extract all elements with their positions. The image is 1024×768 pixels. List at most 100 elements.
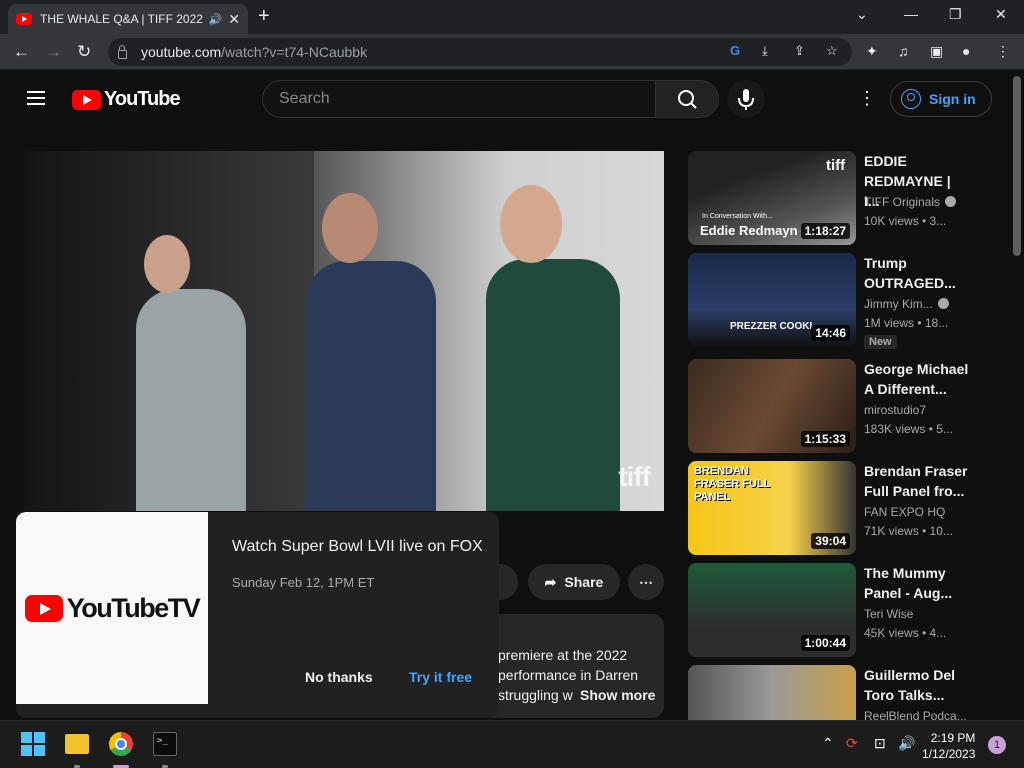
video-thumbnail[interactable]: 1:15:33 (688, 359, 856, 453)
video-meta: 1M views • 18... (864, 316, 949, 330)
video-thumbnail[interactable]: PREZZER COOKI 14:46 (688, 253, 856, 347)
clock-time: 2:19 PM (930, 731, 976, 745)
search-input[interactable]: Search (262, 80, 656, 118)
thumb-caption: PREZZER COOKI (730, 321, 813, 332)
share-page-icon[interactable]: ⇪ (794, 43, 805, 59)
share-button[interactable]: ➦ Share (528, 564, 620, 600)
youtube-logo[interactable]: YouTube (72, 88, 181, 111)
share-icon: ➦ (544, 573, 557, 590)
address-bar[interactable]: youtube.com/watch?v=t74-NCaubbk (108, 38, 852, 66)
network-icon[interactable]: ⊡ (874, 735, 886, 752)
forward-icon[interactable]: → (45, 42, 62, 62)
bookmark-star-icon[interactable]: ☆ (826, 43, 838, 59)
more-actions-button[interactable]: ⋯ (628, 564, 664, 600)
recommendation-item[interactable]: BRENDAN FRASER FULL PANEL 39:04 Brendan … (688, 461, 1018, 555)
video-title[interactable]: George Michael A Different... (864, 359, 970, 399)
youtube-tv-promo: YouTubeTV Watch Super Bowl LVII live on … (16, 512, 499, 718)
youtube-logo-text: YouTube (104, 88, 181, 110)
sign-in-button[interactable]: Sign in (890, 81, 992, 117)
close-window-icon[interactable]: ✕ (995, 6, 1007, 23)
recommendation-item[interactable]: Guillermo Del Toro Talks... ReelBlend Po… (688, 665, 1018, 720)
video-title[interactable]: The Mummy Panel - Aug... (864, 563, 970, 603)
new-badge: New (864, 335, 897, 349)
video-title[interactable]: Guillermo Del Toro Talks... (864, 665, 970, 705)
google-icon[interactable]: G (730, 43, 740, 58)
maximize-icon[interactable]: ❐ (949, 6, 962, 23)
video-meta: 10K views • 3... (864, 214, 947, 228)
clock-date: 1/12/2023 (922, 747, 976, 761)
page-scrollbar[interactable] (1013, 76, 1021, 256)
new-tab-icon[interactable]: + (258, 5, 270, 28)
recommendation-item[interactable]: 1:15:33 George Michael A Different... mi… (688, 359, 1018, 453)
chevron-up-icon[interactable]: ⌃ (822, 735, 834, 752)
video-thumbnail[interactable] (688, 665, 856, 720)
search-button[interactable] (655, 80, 719, 118)
duration-badge: 1:00:44 (800, 635, 850, 651)
browser-tab[interactable]: THE WHALE Q&A | TIFF 2022 🔊 ✕ (8, 4, 248, 34)
video-thumbnail[interactable]: tiff In Conversation With... Eddie Redma… (688, 151, 856, 245)
duration-badge: 14:46 (811, 325, 850, 341)
description-line: performance in Darren (498, 667, 639, 683)
promo-headline: Watch Super Bowl LVII live on FOX (232, 538, 483, 555)
sync-icon[interactable]: ⟳ (846, 735, 858, 752)
video-meta: 45K views • 4... (864, 626, 947, 640)
speaker-icon[interactable]: 🔊 (209, 13, 223, 26)
channel-name[interactable]: mirostudio7 (864, 403, 926, 417)
windows-taskbar: >_ ⌃ ⟳ ⊡ 🔊 2:19 PM 1/12/2023 1 (0, 720, 1024, 768)
side-panel-icon[interactable]: ▣ (930, 43, 943, 60)
video-player[interactable]: tiff (24, 151, 664, 511)
recommendation-item[interactable]: 1:00:44 The Mummy Panel - Aug... Teri Wi… (688, 563, 1018, 657)
browser-tabstrip: THE WHALE Q&A | TIFF 2022 🔊 ✕ + ⌄ — ❐ ✕ (0, 0, 1024, 34)
video-title[interactable]: Brendan Fraser Full Panel fro... (864, 461, 970, 501)
microphone-icon (738, 89, 754, 110)
minimize-icon[interactable]: — (904, 6, 918, 22)
tiff-logo: tiff (826, 157, 846, 174)
channel-name[interactable]: FAN EXPO HQ (864, 505, 945, 519)
video-thumbnail[interactable]: BRENDAN FRASER FULL PANEL 39:04 (688, 461, 856, 555)
windows-start-icon[interactable] (21, 732, 45, 756)
media-control-icon[interactable]: ♫ (898, 43, 909, 59)
menu-icon[interactable] (27, 91, 45, 105)
close-tab-icon[interactable]: ✕ (228, 11, 240, 28)
video-title[interactable]: Trump OUTRAGED... (864, 253, 970, 293)
thumb-caption: Eddie Redmayn (700, 223, 798, 238)
terminal-icon[interactable]: >_ (153, 732, 177, 756)
duration-badge: 1:15:33 (800, 431, 850, 447)
profile-icon[interactable]: ● (962, 43, 970, 59)
tab-search-icon[interactable]: ⌄ (856, 6, 868, 23)
show-more-button[interactable]: Show more (578, 687, 656, 703)
youtube-tv-logo: YouTubeTV (24, 593, 201, 624)
channel-name[interactable]: Jimmy Kim... (864, 297, 949, 311)
lock-icon[interactable] (118, 44, 127, 59)
channel-name[interactable]: Teri Wise (864, 607, 913, 621)
no-thanks-button[interactable]: No thanks (305, 669, 373, 685)
tab-title: THE WHALE Q&A | TIFF 2022 (40, 12, 203, 26)
thumb-caption: BRENDAN FRASER FULL PANEL (694, 465, 771, 503)
chrome-icon[interactable] (109, 732, 133, 756)
verified-icon (945, 196, 957, 207)
back-icon[interactable]: ← (13, 42, 30, 62)
volume-icon[interactable]: 🔊 (898, 735, 915, 752)
youtube-play-icon (24, 594, 63, 622)
channel-name[interactable]: TIFF Originals (864, 195, 957, 209)
verified-icon (937, 298, 949, 309)
recommendation-item[interactable]: PREZZER COOKI 14:46 Trump OUTRAGED... Ji… (688, 253, 1018, 349)
voice-search-button[interactable] (727, 80, 765, 118)
video-meta: 183K views • 5... (864, 422, 953, 436)
person-middle (306, 261, 436, 511)
install-icon[interactable]: ⤓ (762, 43, 768, 59)
channel-name[interactable]: ReelBlend Podca... (864, 709, 967, 720)
extensions-icon[interactable]: ✦ (866, 43, 878, 60)
reload-icon[interactable]: ↻ (77, 42, 91, 62)
description-line: premiere at the 2022 (498, 647, 628, 663)
file-explorer-icon[interactable] (65, 734, 89, 754)
chrome-menu-icon[interactable]: ⋮ (996, 43, 1010, 60)
clock[interactable]: 2:19 PM 1/12/2023 (922, 730, 975, 762)
recommendation-item[interactable]: tiff In Conversation With... Eddie Redma… (688, 151, 1018, 245)
try-it-free-button[interactable]: Try it free (409, 669, 472, 685)
video-thumbnail[interactable]: 1:00:44 (688, 563, 856, 657)
settings-menu-icon[interactable]: ⋮ (858, 88, 876, 109)
notification-badge[interactable]: 1 (988, 736, 1006, 754)
promo-subtext: Sunday Feb 12, 1PM ET (232, 575, 375, 590)
tiff-watermark: tiff (618, 461, 651, 492)
